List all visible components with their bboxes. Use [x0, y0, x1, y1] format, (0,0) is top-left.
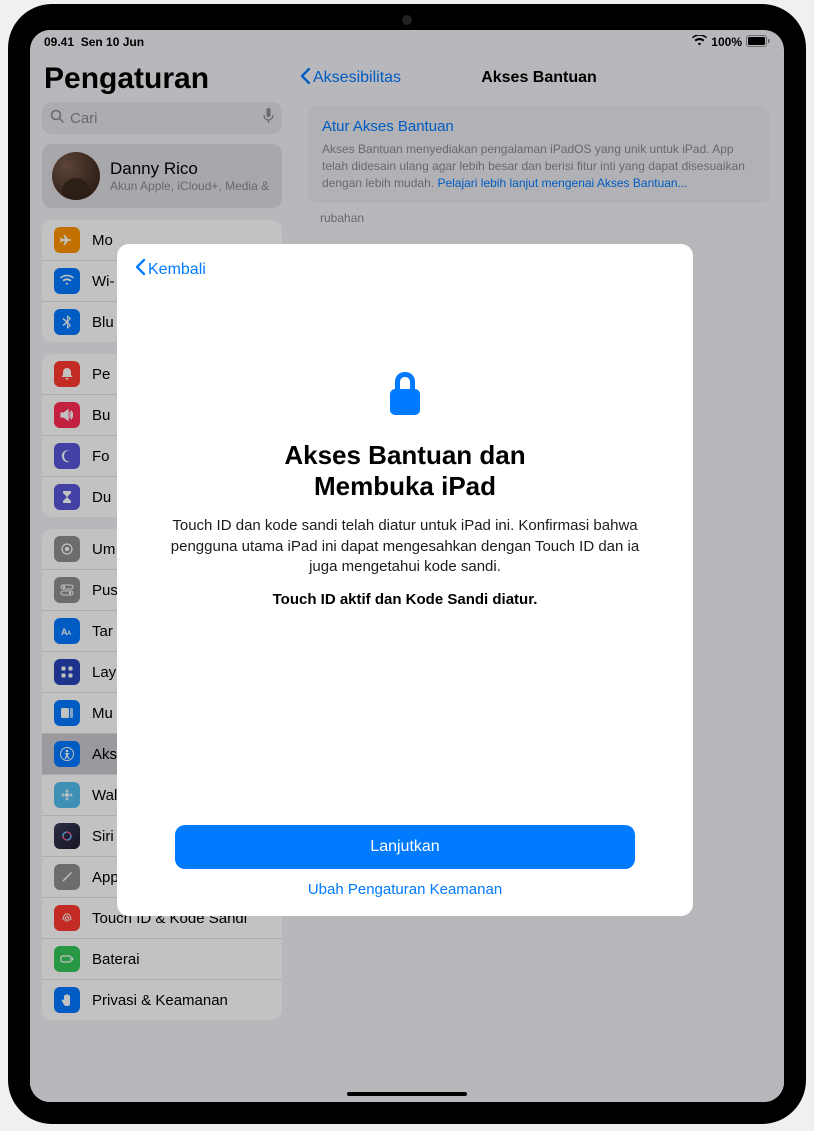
modal-status: Touch ID aktif dan Kode Sandi diatur. — [273, 591, 538, 608]
setup-modal: Kembali Akses Bantuan danMembuka iPad To… — [117, 244, 693, 916]
modal-title: Akses Bantuan danMembuka iPad — [284, 440, 525, 502]
continue-button[interactable]: Lanjutkan — [175, 825, 635, 869]
home-indicator[interactable] — [347, 1092, 467, 1096]
lock-icon — [384, 369, 426, 424]
screen: 09.41 Sen 10 Jun 100% Pengaturan Cari — [30, 30, 784, 1102]
change-security-link[interactable]: Ubah Pengaturan Keamanan — [135, 881, 675, 898]
modal-back[interactable]: Kembali — [135, 258, 675, 281]
front-camera — [402, 15, 412, 25]
modal-body: Touch ID dan kode sandi telah diatur unt… — [135, 516, 675, 577]
chevron-left-icon — [135, 258, 146, 281]
